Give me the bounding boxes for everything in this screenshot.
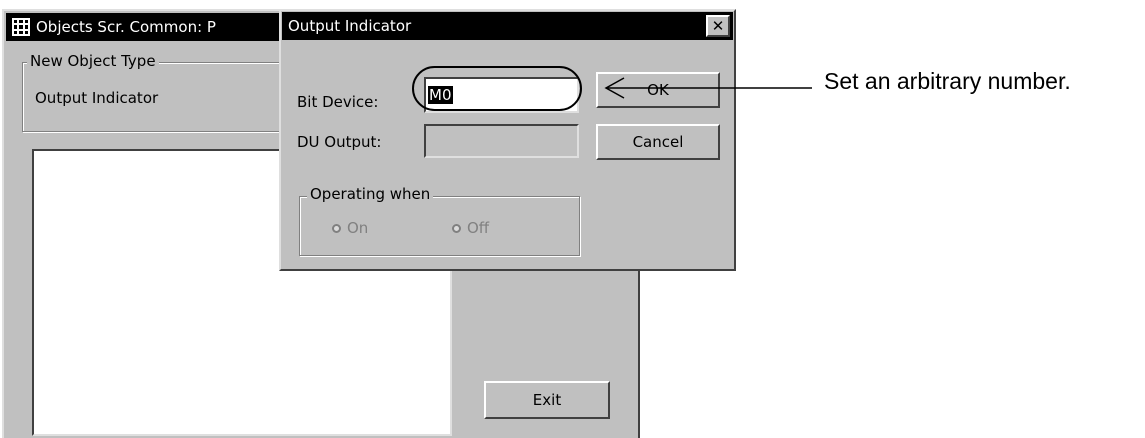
annotation-text: Set an arbitrary number.: [824, 68, 1071, 94]
cancel-button[interactable]: Cancel: [596, 124, 720, 160]
highlight-ellipse: [412, 66, 582, 111]
new-object-type-label: New Object Type: [27, 52, 159, 70]
new-object-type-value: Output Indicator: [35, 89, 159, 107]
radio-off[interactable]: Off: [452, 219, 489, 237]
bit-device-label: Bit Device:: [297, 93, 379, 111]
new-object-type-group: New Object Type Output Indicator: [22, 52, 289, 132]
radio-on-label: On: [347, 219, 369, 237]
radio-on[interactable]: On: [332, 219, 368, 237]
du-output-label: DU Output:: [297, 133, 382, 151]
cancel-button-label: Cancel: [632, 133, 684, 151]
dialog-titlebar[interactable]: Output Indicator ✕: [282, 12, 733, 40]
ok-button[interactable]: OK: [596, 72, 720, 108]
dialog-title: Output Indicator: [288, 17, 412, 35]
exit-button[interactable]: Exit: [484, 381, 610, 419]
objects-window-title: Objects Scr. Common: P: [36, 18, 216, 36]
operating-when-label: Operating when: [307, 185, 434, 203]
du-output-input: [424, 124, 579, 158]
radio-on-icon: [332, 223, 341, 233]
grid-icon: [12, 18, 30, 36]
close-icon: ✕: [711, 16, 725, 35]
ok-button-label: OK: [647, 81, 669, 99]
radio-off-label: Off: [467, 219, 490, 237]
output-indicator-dialog: Output Indicator ✕ Bit Device: M0 DU Out…: [279, 9, 736, 271]
operating-when-group: Operating when On Off: [299, 185, 580, 256]
radio-off-icon: [452, 223, 461, 233]
exit-button-label: Exit: [532, 391, 562, 409]
close-button[interactable]: ✕: [706, 15, 730, 37]
